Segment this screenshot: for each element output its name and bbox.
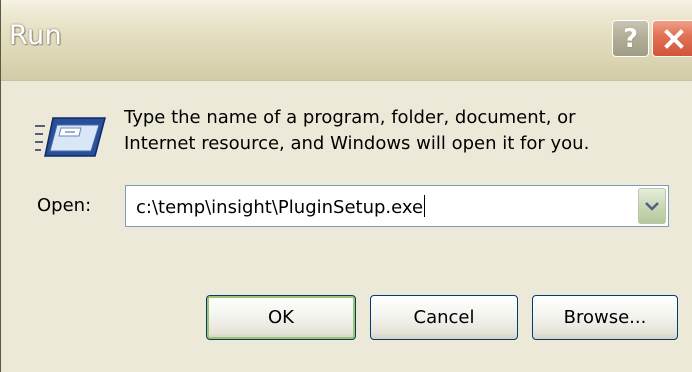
ok-button[interactable]: OK [206, 295, 356, 340]
run-dialog: Run ? Type the name of a program, folder… [0, 0, 692, 372]
dropdown-button[interactable] [638, 188, 666, 224]
help-button[interactable]: ? [612, 20, 649, 57]
chevron-down-icon [645, 202, 659, 211]
browse-button[interactable]: Browse... [532, 295, 678, 340]
open-label: Open: [37, 195, 92, 216]
help-icon: ? [622, 23, 639, 54]
description-text: Type the name of a program, folder, docu… [124, 105, 664, 157]
close-button[interactable] [652, 20, 692, 57]
window-title: Run [9, 20, 63, 51]
text-caret [424, 195, 426, 217]
open-input-text: c:\temp\insight\PluginSetup.exe [136, 197, 424, 218]
title-bar[interactable]: Run ? [1, 0, 692, 81]
open-combobox[interactable]: c:\temp\insight\PluginSetup.exe [125, 185, 669, 227]
run-icon [35, 117, 106, 157]
open-input[interactable]: c:\temp\insight\PluginSetup.exe [136, 195, 426, 218]
cancel-button[interactable]: Cancel [370, 295, 518, 340]
close-icon [664, 28, 684, 49]
description-line-1: Type the name of a program, folder, docu… [124, 107, 576, 128]
description-line-2: Internet resource, and Windows will open… [124, 133, 590, 154]
